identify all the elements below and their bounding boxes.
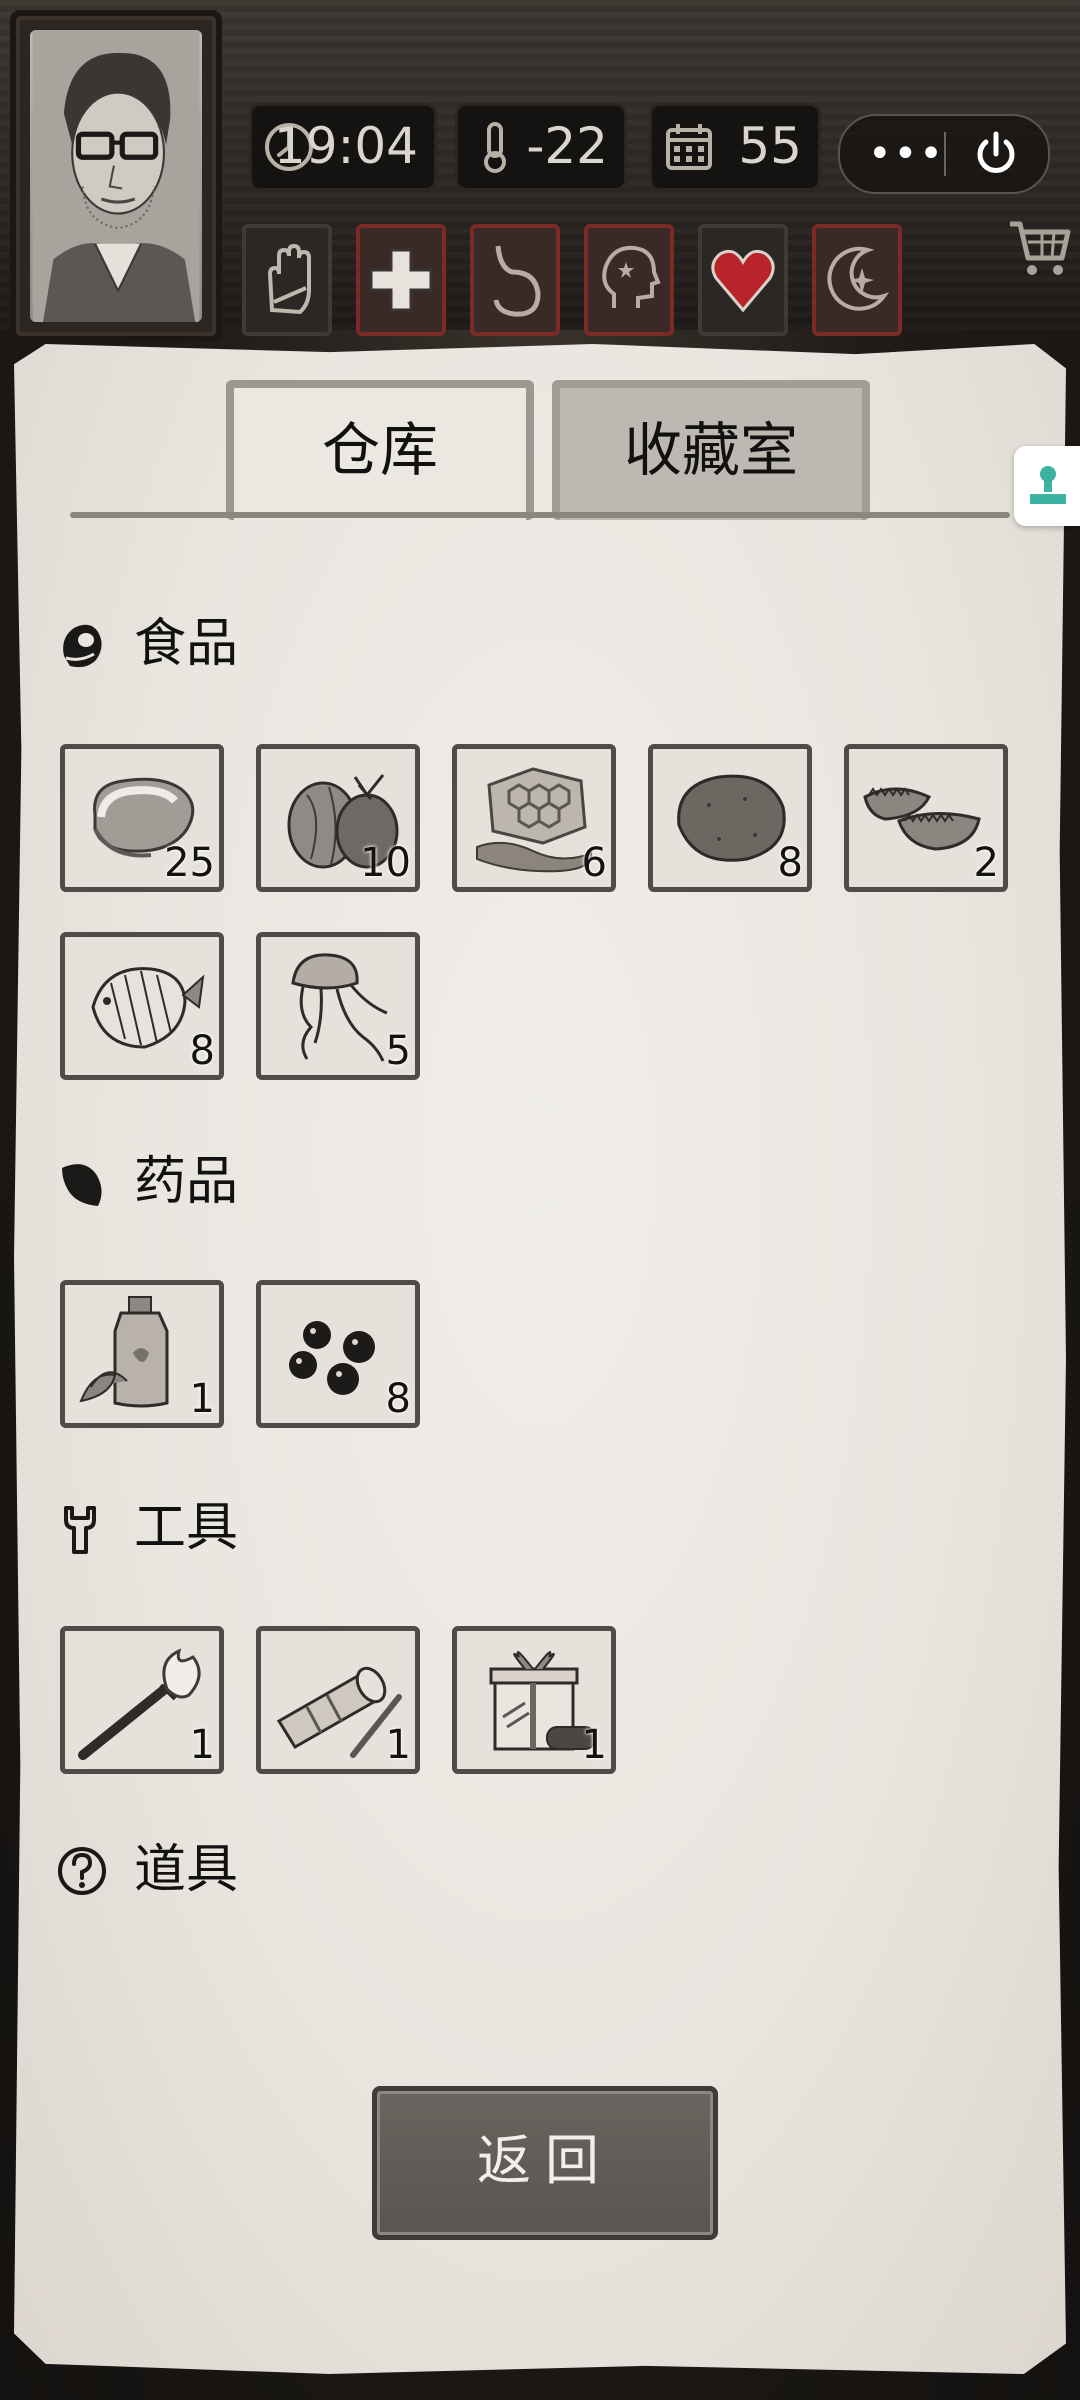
status-health-button[interactable] <box>356 224 446 336</box>
joystick-icon <box>1030 466 1066 504</box>
section-tools-label: 工具 <box>134 1498 239 1558</box>
capsule-divider <box>944 132 946 176</box>
item-count: 1 <box>581 1722 607 1768</box>
item-count: 2 <box>973 840 999 886</box>
item-slot-honeycomb[interactable]: 6 <box>452 744 616 892</box>
item-count: 5 <box>385 1028 411 1074</box>
more-menu-button[interactable]: ••• <box>868 124 943 184</box>
status-mind-button[interactable] <box>584 224 674 336</box>
side-float-button[interactable] <box>1014 446 1080 526</box>
item-count: 1 <box>385 1722 411 1768</box>
avatar <box>30 30 202 322</box>
heart-icon <box>711 249 775 313</box>
status-sleep-button[interactable] <box>812 224 902 336</box>
item-count: 1 <box>189 1376 215 1422</box>
tab-collection[interactable]: 收藏室 <box>552 380 870 520</box>
item-count: 8 <box>385 1376 411 1422</box>
hand-icon <box>267 243 311 315</box>
item-count: 25 <box>164 840 215 886</box>
item-count: 6 <box>581 840 607 886</box>
section-props-label: 道具 <box>134 1840 239 1900</box>
item-slot-fish[interactable]: 8 <box>60 932 224 1080</box>
calendar-icon <box>666 124 712 170</box>
item-slot-herbal-bottle[interactable]: 1 <box>60 1280 224 1428</box>
item-count: 8 <box>189 1028 215 1074</box>
meat-icon <box>63 624 102 668</box>
item-slot-torch[interactable]: 1 <box>60 1626 224 1774</box>
status-hand-button[interactable] <box>242 224 332 336</box>
status-heart-button[interactable] <box>698 224 788 336</box>
item-slot-jellyfish[interactable]: 5 <box>256 932 420 1080</box>
stomach-icon <box>493 245 541 317</box>
item-count: 8 <box>777 840 803 886</box>
head-dizzy-icon <box>602 245 661 308</box>
section-food-label: 食品 <box>134 614 239 674</box>
moon-star-icon <box>827 246 890 311</box>
leaf-icon <box>62 1164 102 1206</box>
medical-cross-icon <box>369 248 433 312</box>
tab-warehouse[interactable]: 仓库 <box>226 380 534 520</box>
item-slot-gift-box[interactable]: 1 <box>452 1626 616 1774</box>
day-counter: 55 <box>652 106 818 188</box>
shop-cart-icon[interactable] <box>1006 210 1072 282</box>
item-slot-berries[interactable]: 8 <box>256 1280 420 1428</box>
status-hunger-button[interactable] <box>470 224 560 336</box>
item-slot-coconut[interactable]: 10 <box>256 744 420 892</box>
wrench-icon <box>64 1506 96 1554</box>
thermometer-icon <box>484 122 506 173</box>
item-count: 1 <box>189 1722 215 1768</box>
day-value: 55 <box>738 117 802 175</box>
question-circle-icon <box>58 1847 106 1895</box>
item-slot-potato[interactable]: 8 <box>648 744 812 892</box>
time-display: 19:04 <box>252 106 434 188</box>
item-slot-sea-cucumber[interactable]: 2 <box>844 744 1008 892</box>
power-icon[interactable] <box>970 128 1022 180</box>
time-value: 19:04 <box>273 117 418 175</box>
tab-divider <box>70 512 1010 518</box>
player-portrait[interactable] <box>10 10 222 342</box>
item-slot-meat[interactable]: 25 <box>60 744 224 892</box>
item-count: 10 <box>360 840 411 886</box>
back-button[interactable]: 返回 <box>372 2086 718 2240</box>
section-medicine-label: 药品 <box>134 1152 239 1212</box>
temperature-display: -22 <box>458 106 624 188</box>
mini-program-capsule: ••• <box>838 114 1050 194</box>
item-slot-flashlight[interactable]: 1 <box>256 1626 420 1774</box>
temperature-value: -22 <box>526 117 608 175</box>
back-button-label: 返回 <box>477 2129 613 2192</box>
